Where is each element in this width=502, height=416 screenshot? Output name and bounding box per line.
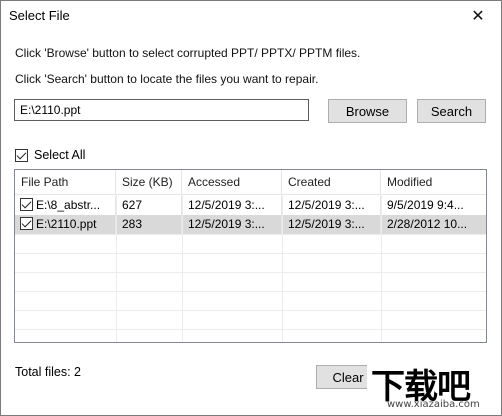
grid-line: [15, 253, 486, 254]
grid-line: [15, 291, 486, 292]
file-path-text: E:\8_abstr...: [36, 198, 101, 212]
close-icon[interactable]: ✕: [455, 1, 501, 31]
table-row[interactable]: E:\2110.ppt 283 12/5/2019 3:... 12/5/201…: [15, 215, 486, 234]
grid-line: [15, 272, 486, 273]
cell-size: 283: [116, 215, 182, 234]
cell-accessed: 12/5/2019 3:...: [182, 196, 282, 215]
file-path-text: E:\2110.ppt: [36, 217, 97, 231]
cell-file-path: E:\2110.ppt: [15, 215, 116, 234]
grid-line: [182, 194, 183, 342]
column-header-created[interactable]: Created: [282, 170, 381, 194]
cell-modified: 9/5/2019 9:4...: [387, 198, 464, 212]
list-header: File Path Size (KB) Accessed Created Mod…: [15, 170, 486, 195]
cell-accessed: 12/5/2019 3:...: [182, 215, 282, 234]
watermark-url: www.xiazaiba.com: [387, 399, 480, 410]
total-files-label: Total files: 2: [15, 365, 82, 379]
watermark-logo: 下载吧 www.xiazaiba.com: [367, 357, 501, 415]
cell-file-path: E:\8_abstr...: [15, 196, 116, 215]
window-title: Select File: [9, 8, 70, 23]
select-all-label: Select All: [34, 148, 86, 162]
browse-button[interactable]: Browse: [328, 99, 407, 123]
cell-created: 12/5/2019 3:...: [282, 215, 381, 234]
instruction-search: Click 'Search' button to locate the file…: [15, 72, 319, 86]
grid-line: [282, 194, 283, 342]
grid-line: [15, 329, 486, 330]
cell-modified: 2/28/2012 10...: [387, 217, 468, 231]
file-path-input[interactable]: [14, 99, 309, 121]
column-header-modified[interactable]: Modified: [381, 170, 486, 194]
table-row[interactable]: E:\8_abstr... 627 12/5/2019 3:... 12/5/2…: [15, 196, 486, 215]
checkbox-icon[interactable]: [15, 148, 28, 162]
file-list[interactable]: File Path Size (KB) Accessed Created Mod…: [14, 169, 487, 343]
cell-size: 627: [116, 196, 182, 215]
select-file-dialog: Select File ✕ Click 'Browse' button to s…: [0, 0, 502, 416]
grid-line: [381, 194, 382, 342]
row-checkbox-icon[interactable]: [20, 217, 33, 231]
search-button[interactable]: Search: [417, 99, 486, 123]
column-header-accessed[interactable]: Accessed: [182, 170, 282, 194]
title-bar: Select File ✕: [1, 1, 501, 31]
cell-created: 12/5/2019 3:...: [282, 196, 381, 215]
row-checkbox-icon[interactable]: [20, 198, 33, 212]
column-header-file-path[interactable]: File Path: [15, 170, 116, 194]
instruction-browse: Click 'Browse' button to select corrupte…: [15, 46, 361, 60]
column-header-size[interactable]: Size (KB): [116, 170, 182, 194]
grid-line: [116, 194, 117, 342]
select-all-checkbox[interactable]: Select All: [15, 148, 85, 162]
grid-line: [15, 310, 486, 311]
grid-line: [15, 234, 486, 235]
